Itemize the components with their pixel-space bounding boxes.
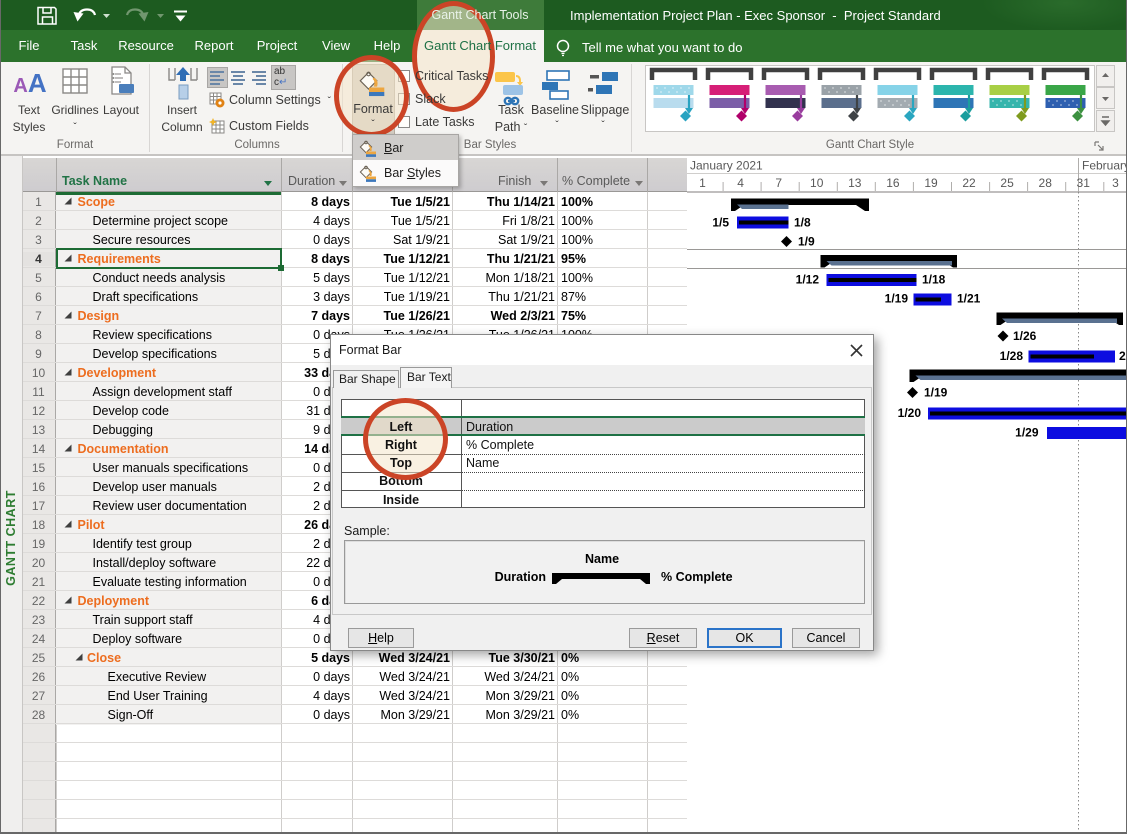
svg-text:1/8: 1/8 xyxy=(794,216,811,230)
svg-text:1/12: 1/12 xyxy=(796,273,820,287)
svg-text:28: 28 xyxy=(1039,176,1053,190)
svg-text:4: 4 xyxy=(737,176,744,190)
svg-text:1/26: 1/26 xyxy=(1013,329,1037,343)
svg-text:16: 16 xyxy=(886,176,900,190)
svg-text:19: 19 xyxy=(924,176,938,190)
svg-text:3: 3 xyxy=(1112,176,1119,190)
svg-text:1: 1 xyxy=(699,176,706,190)
svg-text:1/29: 1/29 xyxy=(1015,426,1039,440)
svg-text:1/28: 1/28 xyxy=(1000,349,1024,363)
svg-text:7: 7 xyxy=(775,176,782,190)
svg-text:1/19: 1/19 xyxy=(924,386,948,400)
svg-text:February 2: February 2 xyxy=(1082,159,1127,173)
svg-text:1/21: 1/21 xyxy=(957,292,981,306)
svg-text:1/20: 1/20 xyxy=(898,406,922,420)
svg-text:13: 13 xyxy=(848,176,862,190)
svg-text:1/18: 1/18 xyxy=(922,273,946,287)
svg-text:25: 25 xyxy=(1000,176,1014,190)
svg-text:22: 22 xyxy=(962,176,976,190)
svg-text:January 2021: January 2021 xyxy=(690,159,763,173)
svg-text:10: 10 xyxy=(810,176,824,190)
svg-text:1/19: 1/19 xyxy=(885,292,909,306)
svg-text:31: 31 xyxy=(1077,176,1091,190)
svg-text:1/9: 1/9 xyxy=(798,235,815,249)
svg-text:2/3: 2/3 xyxy=(1119,349,1127,363)
svg-text:1/5: 1/5 xyxy=(712,216,729,230)
